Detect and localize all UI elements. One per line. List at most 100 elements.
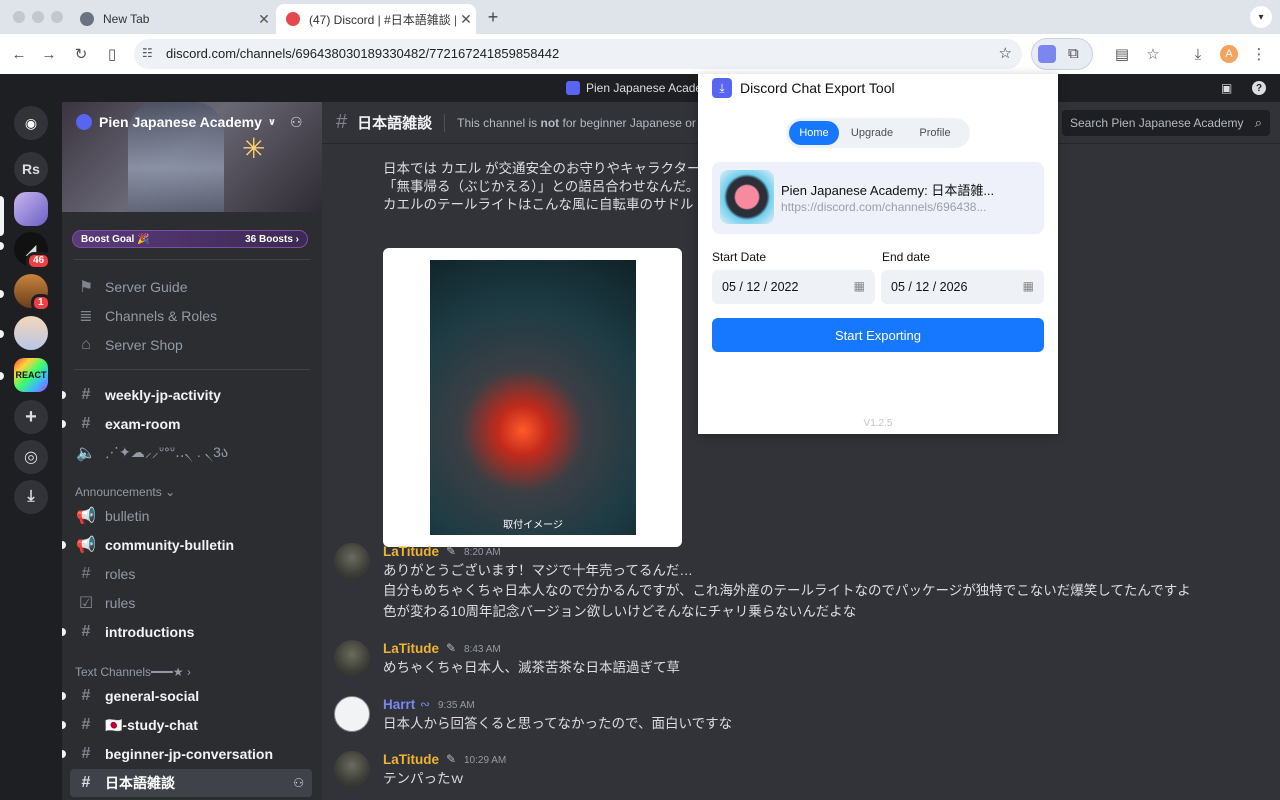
- reload-icon[interactable]: ↻: [70, 43, 92, 65]
- avatar[interactable]: [334, 696, 370, 732]
- menu-kebab-icon[interactable]: ⋮: [1248, 43, 1270, 65]
- bookmarks-icon[interactable]: ☆: [1142, 43, 1164, 65]
- verified-icon: [76, 114, 92, 130]
- list-search-icon: ≣: [79, 308, 93, 325]
- discord-home-icon[interactable]: ◉: [14, 106, 48, 140]
- divider: [444, 113, 446, 132]
- add-member-icon[interactable]: ⚇: [293, 776, 304, 790]
- bookmark-star-icon[interactable]: ☆: [999, 44, 1012, 62]
- nav-channels-roles[interactable]: ≣ Channels & Roles: [70, 302, 312, 330]
- calendar-icon[interactable]: ▦: [1023, 279, 1034, 293]
- message-author[interactable]: Harrt: [383, 697, 415, 712]
- message-line: 自分もめちゃくちゃ日本人なので分かるんですが、これ海外産のテールライトなのでパッ…: [383, 583, 1191, 598]
- close-window-dot[interactable]: [13, 11, 25, 23]
- message-author[interactable]: LaTitude: [383, 544, 439, 559]
- back-arrow-icon[interactable]: ←: [8, 43, 30, 65]
- divider: [74, 369, 310, 370]
- message-line: 「無事帰る（ぶじかえる）」との語呂合わせなんだ。: [383, 179, 700, 194]
- close-tab-icon[interactable]: ✕: [456, 11, 476, 28]
- split-view-icon[interactable]: ▯: [101, 43, 123, 65]
- tab-title: New Tab: [103, 12, 150, 26]
- channel-roles[interactable]: # roles: [70, 560, 312, 588]
- discord-app: Pien Japanese Academy ▣ ? ◉ Rs ◢ 46 1 RE…: [0, 74, 1280, 800]
- help-icon[interactable]: ?: [1252, 81, 1266, 95]
- new-tab-icon[interactable]: +: [482, 7, 504, 28]
- channel-general-social[interactable]: # general-social: [62, 682, 312, 710]
- tab-home[interactable]: Home: [789, 121, 839, 145]
- chat-export-popup: ⤓ Discord Chat Export Tool Home Upgrade …: [698, 74, 1058, 434]
- search-input[interactable]: Search Pien Japanese Academy ⌕: [1062, 110, 1270, 136]
- chevron-down-icon: ∨: [267, 116, 277, 128]
- end-date-field[interactable]: 05 / 12 / 2026 ▦: [881, 270, 1044, 304]
- hash-icon: #: [81, 716, 91, 733]
- hash-icon: #: [81, 774, 91, 791]
- puzzle-extensions-icon[interactable]: ⧉: [1068, 45, 1079, 62]
- channel-name: 日本語雑談: [357, 115, 433, 132]
- download-icon[interactable]: ⤓: [1187, 43, 1209, 65]
- channel-rules[interactable]: ☑ rules: [70, 589, 312, 617]
- url-text[interactable]: discord.com/channels/696438030189330482/…: [166, 46, 559, 61]
- avatar[interactable]: [334, 751, 370, 787]
- message-author[interactable]: LaTitude: [383, 641, 439, 656]
- boost-goal-bar[interactable]: Boost Goal 🎉 36 Boosts ›: [72, 230, 308, 248]
- channel-nihongo-zatsudan[interactable]: # 日本語雑談 ⚇: [70, 769, 312, 797]
- start-date-field[interactable]: 05 / 12 / 2022 ▦: [712, 270, 875, 304]
- calendar-icon[interactable]: ▦: [854, 279, 865, 293]
- channel-introductions[interactable]: # introductions: [62, 618, 312, 646]
- add-server-icon[interactable]: +: [14, 400, 48, 434]
- channel-topic[interactable]: This channel is not for beginner Japanes…: [457, 116, 720, 130]
- close-tab-icon[interactable]: ✕: [254, 11, 274, 28]
- tab-profile[interactable]: Profile: [905, 121, 965, 145]
- address-bar[interactable]: ☷ discord.com/channels/69643803018933048…: [134, 39, 1022, 69]
- megaphone-icon: 📢: [76, 537, 96, 554]
- tab-title: (47) Discord | #日本語雑談 | Pi: [309, 12, 456, 27]
- channel-weekly-jp-activity[interactable]: # weekly-jp-activity: [62, 381, 312, 409]
- server-info-card: Pien Japanese Academy: 日本語雑... https://d…: [712, 162, 1044, 234]
- message-timestamp: 8:20 AM: [464, 547, 501, 558]
- avatar[interactable]: [334, 640, 370, 676]
- nav-server-guide[interactable]: ⚑ Server Guide: [70, 273, 312, 301]
- guild-pien[interactable]: [14, 192, 48, 226]
- explore-compass-icon[interactable]: ◎: [14, 440, 48, 474]
- avatar[interactable]: [334, 543, 370, 579]
- channel-beginner-jp-conversation[interactable]: # beginner-jp-conversation: [62, 740, 312, 768]
- tab-search-chevron-icon[interactable]: ▾: [1250, 6, 1272, 28]
- chat-export-extension-icon[interactable]: [1038, 45, 1056, 63]
- forward-arrow-icon[interactable]: →: [38, 43, 60, 65]
- tab-upgrade[interactable]: Upgrade: [839, 121, 905, 145]
- message-image-attachment[interactable]: 取付イメージ: [383, 248, 682, 547]
- channel-exam-room[interactable]: # exam-room: [62, 410, 312, 438]
- reading-list-icon[interactable]: ▤: [1111, 43, 1133, 65]
- profile-avatar[interactable]: A: [1220, 45, 1238, 63]
- chevron-right-icon: ›: [186, 665, 191, 679]
- zoom-window-dot[interactable]: [51, 11, 63, 23]
- guild-rs[interactable]: Rs: [14, 152, 48, 186]
- minimize-window-dot[interactable]: [32, 11, 44, 23]
- channel-study-chat[interactable]: # 🇯🇵-study-chat: [62, 711, 312, 739]
- channel-bulletin[interactable]: 📢 bulletin: [70, 502, 312, 530]
- download-apps-icon[interactable]: ⤓: [14, 480, 48, 514]
- inbox-icon[interactable]: ▣: [1221, 81, 1235, 95]
- start-exporting-button[interactable]: Start Exporting: [712, 318, 1044, 352]
- browser-tab-discord[interactable]: (47) Discord | #日本語雑談 | Pi ✕: [276, 4, 476, 34]
- channel-community-bulletin[interactable]: 📢 community-bulletin: [62, 531, 312, 559]
- server-icon: [566, 81, 580, 95]
- message-line: テンパったｗ: [383, 771, 464, 786]
- voice-channel[interactable]: 🔈 ⋰✦☁︎⸝⸝ᐡᐤᐡ‥৲ . ৲3ა: [70, 439, 312, 467]
- hash-icon: #: [81, 745, 91, 762]
- server-name-header[interactable]: Pien Japanese Academy ∨: [76, 114, 276, 130]
- guild-character[interactable]: [14, 316, 48, 350]
- message-author[interactable]: LaTitude: [383, 752, 439, 767]
- invite-people-icon[interactable]: ⚇: [290, 114, 303, 131]
- sparkler-icon: ✳: [242, 133, 266, 164]
- nav-server-shop[interactable]: ⌂ Server Shop: [70, 331, 312, 359]
- hash-icon: #: [81, 687, 91, 704]
- site-info-icon[interactable]: ☷: [142, 46, 153, 60]
- guild-react[interactable]: REACT: [14, 358, 48, 392]
- unread-pill: [0, 242, 4, 250]
- browser-tab-new-tab[interactable]: New Tab ✕: [70, 4, 274, 34]
- category-text-channels[interactable]: Text Channels━━━★ ›: [75, 665, 191, 679]
- browser-tab-strip: New Tab ✕ (47) Discord | #日本語雑談 | Pi ✕ +…: [0, 0, 1280, 34]
- hash-icon: #: [81, 386, 91, 403]
- category-announcements[interactable]: Announcements ⌄: [75, 485, 175, 499]
